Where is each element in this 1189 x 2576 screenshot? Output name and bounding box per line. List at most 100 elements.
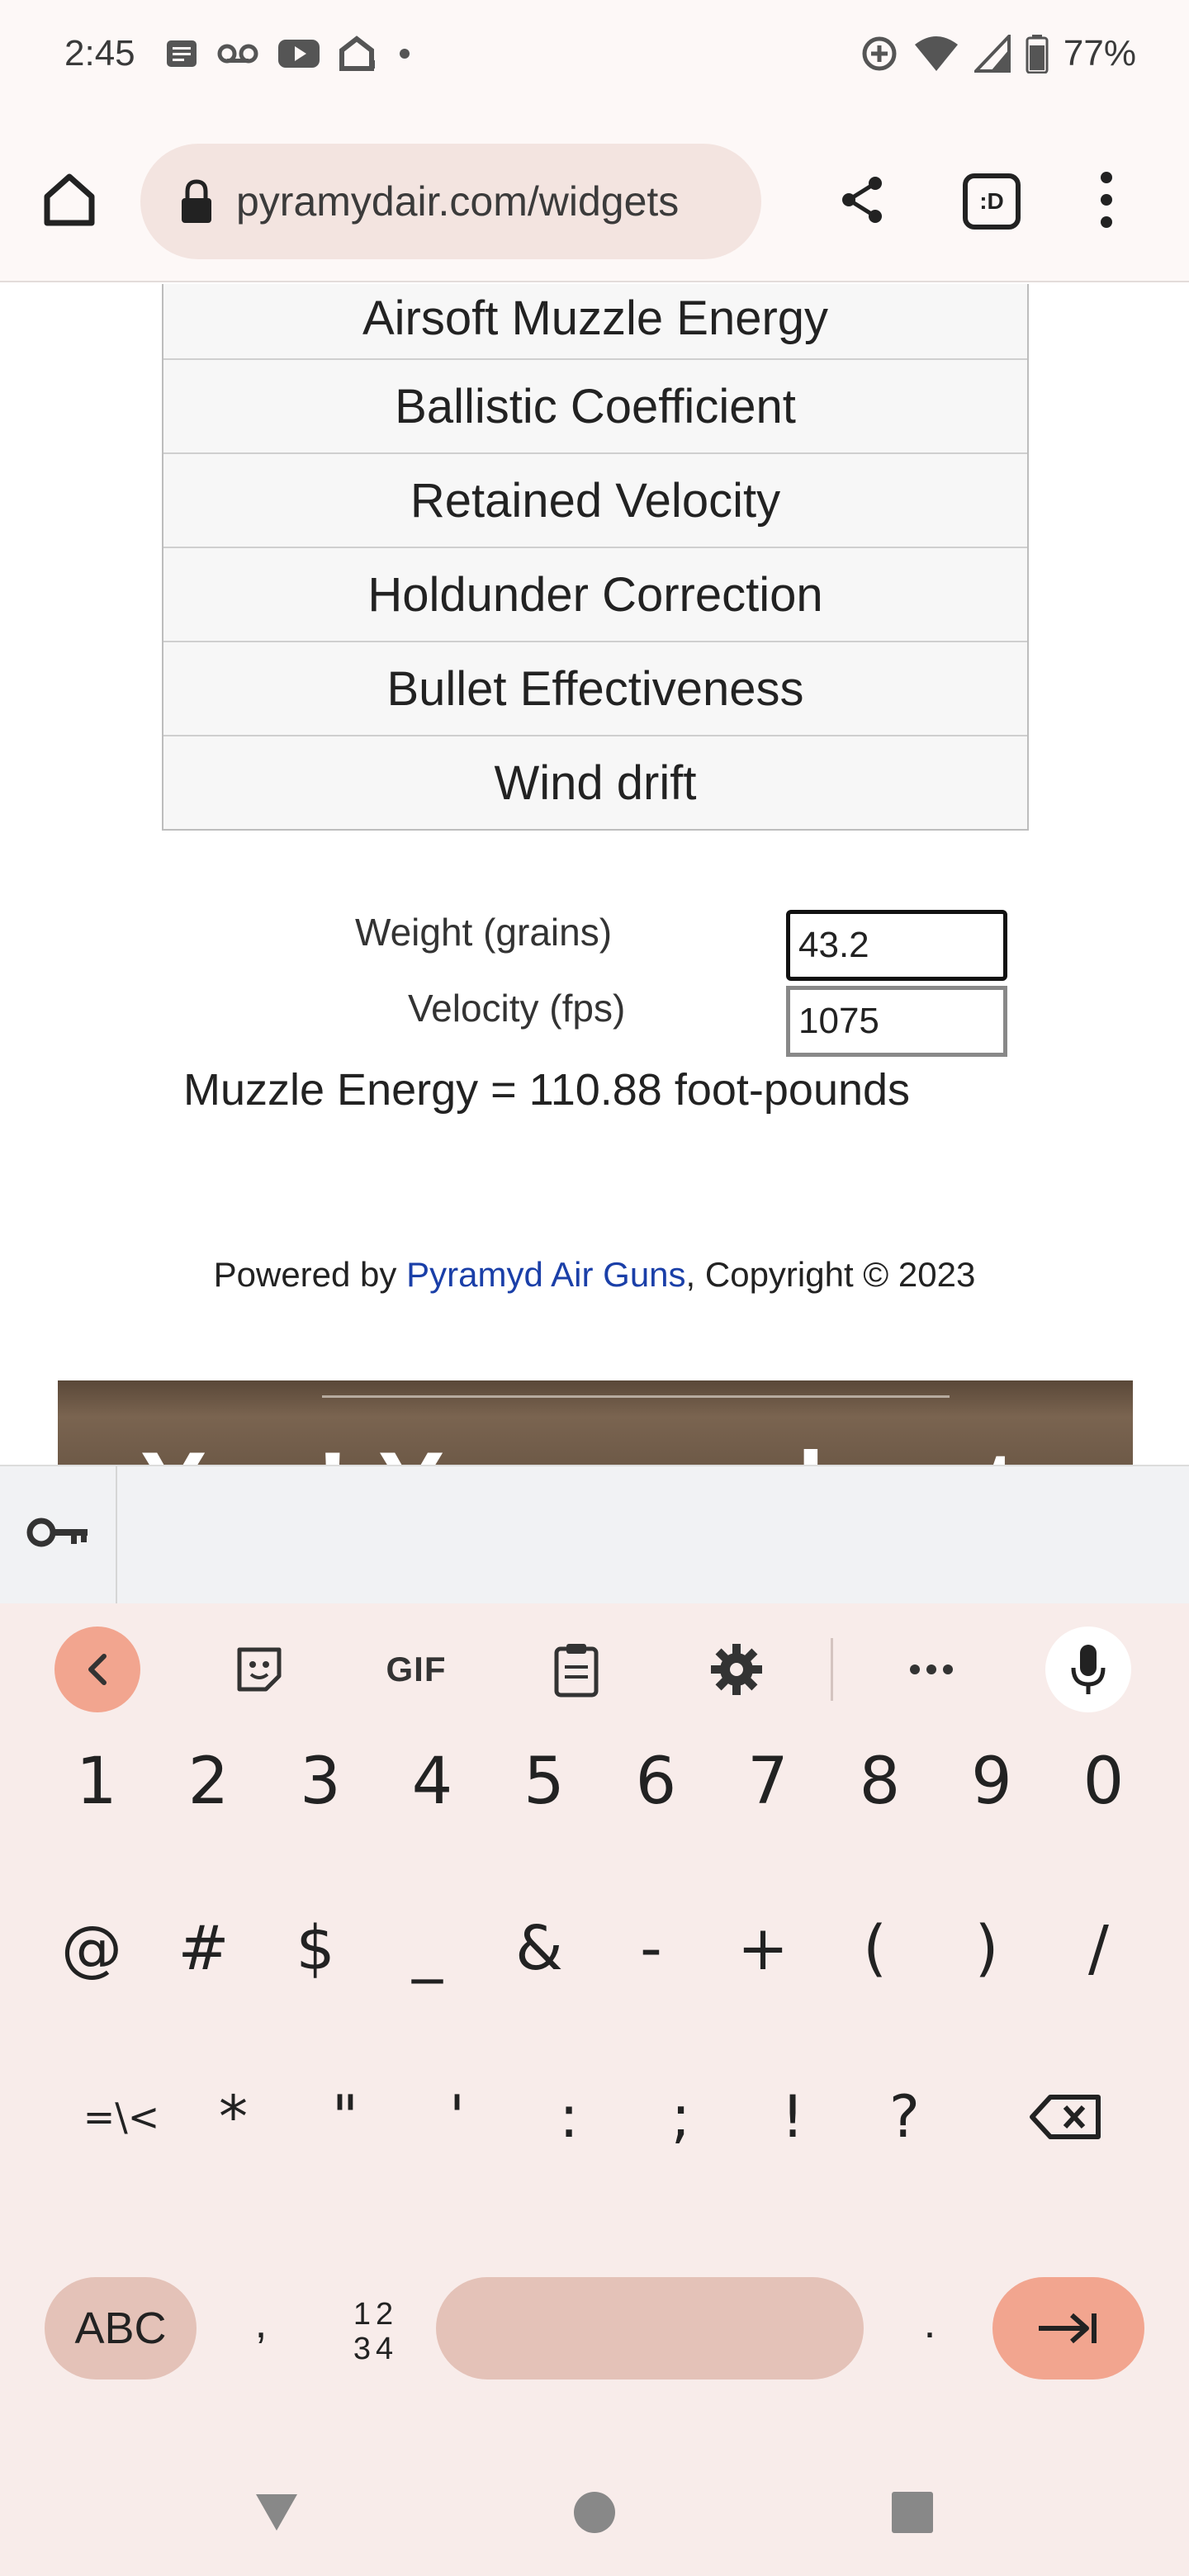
sticker-button[interactable] [216,1627,302,1712]
status-time: 2:45 [64,33,135,73]
keyboard-key[interactable]: 9 [938,1732,1045,1831]
nav-recents-button[interactable] [883,2484,941,2541]
abc-key[interactable]: ABC [45,2277,197,2379]
home-button[interactable] [36,167,102,233]
gif-button[interactable]: GIF [373,1627,459,1712]
more-horizontal-icon [910,1664,953,1674]
home-icon [44,173,95,226]
calculator-menu-item[interactable]: Bullet Effectiveness [163,641,1027,735]
footer-text: Powered by Pyramyd Air Guns, Copyright ©… [0,1255,1189,1295]
pyramyd-air-link[interactable]: Pyramyd Air Guns [406,1255,685,1294]
status-bar: 2:45 77% [0,0,1189,107]
toolbar-divider [831,1638,833,1701]
calculator-menu: Airsoft Muzzle Energy Ballistic Coefficie… [162,284,1029,831]
keyboard-key[interactable]: 3 [267,1732,374,1831]
menu-dot [1101,216,1112,228]
signal-icon [973,35,1011,73]
keyboard-key[interactable]: ' [404,2067,511,2166]
browser-toolbar: pyramydair.com/widgets :D [0,107,1189,282]
velocity-label: Velocity (fps) [408,987,626,1030]
calculator-menu-item[interactable]: Ballistic Coefficient [163,358,1027,452]
keyboard: GIF 1234567890 @ # $ _ & - +() / =\< * " ':;!? ABC… [0,1603,1189,2576]
voice-input-button[interactable] [1045,1627,1131,1712]
keyboard-key[interactable]: 2 [155,1732,263,1831]
weight-input[interactable]: 43.2 [786,910,1007,981]
chevron-left-icon [88,1654,107,1685]
keyboard-key[interactable]: # [150,1899,258,1998]
calculator-menu-item[interactable]: Wind drift [163,735,1027,829]
password-key-button[interactable] [23,1508,92,1557]
next-field-key[interactable] [992,2277,1144,2379]
tab-switcher-button[interactable]: :D [963,173,1021,230]
keyboard-key[interactable]: : [515,2067,623,2166]
triangle-down-icon [256,2494,297,2531]
url-text: pyramydair.com/widgets [236,178,680,225]
battery-percentage: 77% [1063,33,1136,73]
keyboard-back-button[interactable] [54,1627,140,1712]
keyboard-key[interactable]: ; [628,2067,735,2166]
menu-dot [1101,194,1112,206]
battery-icon [1026,35,1049,73]
lock-icon [182,179,211,223]
footer-prefix: Powered by [213,1255,407,1294]
voicemail-icon [217,44,258,64]
more-options-button[interactable] [888,1627,974,1712]
keyboard-key[interactable]: ( [822,1899,929,1998]
keyboard-key[interactable]: 4 [379,1732,486,1831]
weight-label: Weight (grains) [355,911,613,954]
weight-row: Weight (grains) [355,910,612,954]
banner-divider [322,1395,950,1398]
space-key[interactable] [436,2277,864,2379]
nav-home-button[interactable] [566,2484,623,2541]
sticker-icon [237,1647,282,1692]
backspace-key[interactable] [1012,2067,1120,2166]
muzzle-energy-result: Muzzle Energy = 110.88 foot-pounds [183,1065,911,1115]
keyboard-key[interactable]: ! [739,2067,846,2166]
keyboard-key[interactable]: - [598,1899,705,1998]
velocity-input[interactable]: 1075 [786,986,1007,1057]
circle-icon [574,2492,615,2533]
keyboard-key[interactable]: " [291,2067,399,2166]
wifi-icon [914,36,958,71]
period-key[interactable]: . [905,2269,955,2376]
keyboard-key[interactable]: $ [262,1899,369,1998]
calculator-menu-item[interactable]: Airsoft Muzzle Energy [163,284,1027,358]
keyboard-key[interactable]: =\< [68,2067,175,2166]
overflow-menu-button[interactable] [1090,167,1123,233]
share-icon [842,177,882,223]
calculator-menu-item[interactable]: Holdunder Correction [163,547,1027,641]
comma-key[interactable]: , [236,2269,286,2376]
keyboard-key[interactable]: + [709,1899,817,1998]
keyboard-key[interactable]: 5 [490,1732,598,1831]
keyboard-key[interactable]: 0 [1050,1732,1158,1831]
key-icon [26,1518,88,1547]
settings-button[interactable] [694,1627,779,1712]
keyboard-key[interactable]: @ [38,1899,145,1998]
address-bar[interactable]: pyramydair.com/widgets [140,144,761,259]
banner-headline: Yes! You can hunt [140,1430,1018,1465]
clipboard-icon [554,1644,599,1698]
keyboard-key[interactable]: ) [933,1899,1040,1998]
share-button[interactable] [829,167,895,233]
keyboard-key[interactable]: 7 [714,1732,822,1831]
keyboard-key[interactable]: 6 [603,1732,710,1831]
clipboard-button[interactable] [533,1627,619,1712]
notes-icon [167,40,197,67]
numpad-key[interactable]: 12 34 [339,2280,413,2383]
keyboard-key[interactable]: _ [374,1899,481,1998]
square-icon [892,2492,933,2533]
nav-back-button[interactable] [248,2484,306,2541]
gear-icon [711,1644,762,1695]
keyboard-key[interactable]: ? [851,2067,959,2166]
home-alert-icon [339,36,375,71]
keyboard-key[interactable]: * [180,2067,287,2166]
page-content: Airsoft Muzzle Energy Ballistic Coefficie… [0,284,1189,1465]
notification-icons [165,33,413,74]
calculator-menu-item[interactable]: Retained Velocity [163,452,1027,547]
keyboard-key[interactable]: / [1045,1899,1153,1998]
keyboard-key[interactable]: 8 [827,1732,934,1831]
keyboard-key[interactable]: 1 [43,1732,150,1831]
ad-banner[interactable]: Yes! You can hunt [58,1380,1133,1465]
data-saver-icon [862,36,897,71]
keyboard-key[interactable]: & [486,1899,593,1998]
